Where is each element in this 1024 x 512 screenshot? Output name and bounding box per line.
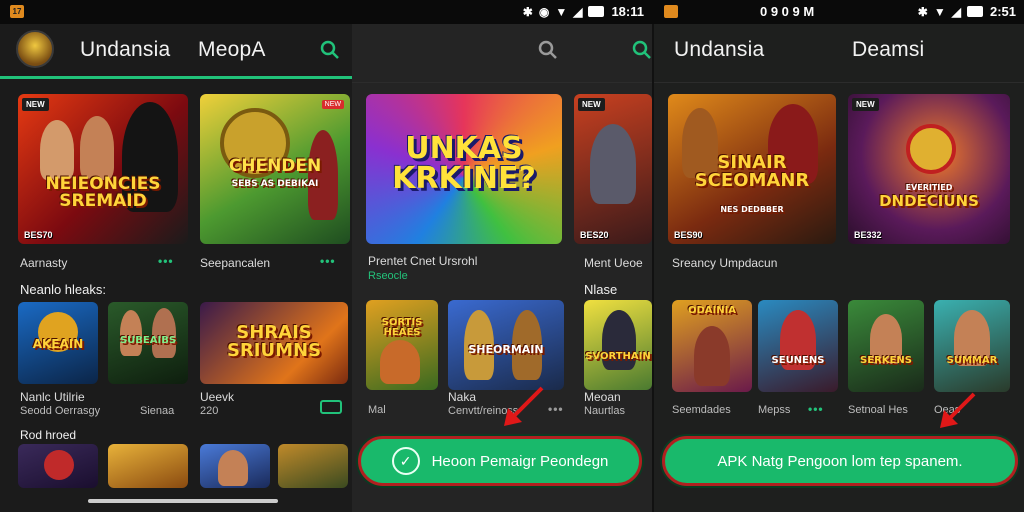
status-right-cluster-2: ✱ ▼ ◢ 2:51: [918, 4, 1016, 19]
status-left-text: 0 9 0 9 M: [760, 4, 815, 19]
game-card[interactable]: ODAINIA: [672, 300, 752, 392]
game-card[interactable]: AKEAIN: [18, 302, 98, 384]
search-icon[interactable]: [538, 40, 558, 60]
card-title: Mepss: [758, 404, 791, 416]
card-title: Setnoal Hes: [848, 404, 908, 416]
game-card[interactable]: NEW BES20: [574, 94, 652, 244]
card-title: Ueevk: [200, 390, 235, 404]
gesture-bar[interactable]: [88, 499, 278, 503]
app-logo[interactable]: [16, 30, 54, 68]
status-bar-left: 17 ✱ ◉ ▼ ◢ 18:11: [0, 0, 652, 24]
status-bar-right: 0 9 0 9 M ✱ ▼ ◢ 2:51: [652, 0, 1024, 24]
status-right-cluster: ✱ ◉ ▼ ◢ 18:11: [523, 4, 644, 19]
panel-left: Undansia MeopA NEW NEIEONCIES SREMAID BE…: [0, 24, 352, 512]
app-badge-icon: [664, 5, 678, 18]
battery-icon: [588, 6, 605, 17]
game-card[interactable]: [278, 444, 348, 488]
card-title: Aarnasty: [20, 256, 68, 270]
card-subtitle: Rseocle: [368, 270, 408, 282]
card-title: Ment Ueoe: [584, 256, 643, 270]
game-card[interactable]: [18, 444, 98, 488]
tag-icon: ✓: [391, 447, 420, 475]
card-title: Seemdades: [672, 404, 731, 416]
card-title: Nanlc Utilrie: [20, 390, 85, 404]
search-icon[interactable]: [320, 40, 340, 60]
bluetooth-icon: ✱: [917, 4, 928, 19]
pointer-arrow-icon: [940, 392, 976, 428]
game-card[interactable]: NEW CHENDEN SEBS AS DEBIKAI: [200, 94, 350, 244]
search-icon[interactable]: [632, 40, 652, 60]
pointer-arrow-icon: [504, 386, 544, 426]
app-title: Undansia: [674, 38, 765, 61]
game-card[interactable]: NEW NEIEONCIES SREMAID BES70: [18, 94, 188, 244]
tab-underline: [0, 76, 352, 79]
signal-icon: ◢: [573, 4, 583, 19]
card-title: Sreancy Umpdacun: [672, 256, 778, 270]
game-card[interactable]: SINAIR SCEOMANR NES DEDBBER BES90: [668, 94, 836, 244]
notification-badge: 17: [10, 5, 24, 18]
more-dots-icon[interactable]: •••: [320, 254, 336, 268]
section-heading: Nlase: [584, 282, 618, 297]
panel-middle: UNKAS KRKINE? NEW BES20 Prentet Cnet Urs…: [352, 24, 652, 512]
app-title: Undansia: [80, 38, 171, 61]
wifi-icon: ▼: [933, 4, 946, 19]
card-title: Mal: [368, 404, 386, 416]
more-dots-icon[interactable]: •••: [158, 254, 174, 268]
game-card[interactable]: UNKAS KRKINE?: [366, 94, 562, 244]
panel-right: Undansia Deamsi SINAIR SCEOMANR NES DEDB…: [652, 24, 1024, 512]
status-icons: ✱ ◉ ▼ ◢: [523, 5, 605, 19]
game-card[interactable]: NEW EVERITIED DNDECIUNS BE332: [848, 94, 1010, 244]
game-card[interactable]: SHRAIS SRIUMNS: [200, 302, 348, 384]
cta-button[interactable]: APK Natg Pengoon lom tep spanem.: [662, 436, 1018, 486]
more-dots-icon[interactable]: •••: [808, 402, 824, 416]
card-subtitle: 220: [200, 405, 219, 417]
tab-active[interactable]: MeopA: [198, 38, 266, 62]
game-card[interactable]: SUBEAIBS: [108, 302, 188, 384]
section-heading: Neanlo hleaks:: [20, 282, 106, 297]
wifi-icon: ▼: [555, 4, 568, 19]
card-title: Prentet Cnet Ursrohl: [368, 254, 478, 268]
download-icon[interactable]: [320, 400, 342, 414]
game-card[interactable]: SHEORMAIN: [448, 300, 564, 390]
game-card[interactable]: SVORTHAIN: [584, 300, 652, 390]
tab-active[interactable]: Deamsi: [852, 38, 924, 62]
bluetooth-icon: ✱: [522, 4, 533, 19]
status-time: 2:51: [989, 4, 1016, 19]
status-time: 18:11: [611, 4, 644, 19]
card-title: Naka: [448, 390, 477, 404]
game-card[interactable]: SUMMAR: [934, 300, 1010, 392]
card-subtitle: Seodd Oerrasgy: [20, 405, 101, 417]
game-card[interactable]: SORTIS HEAES: [366, 300, 438, 390]
game-card[interactable]: SERKENS: [848, 300, 924, 392]
game-card[interactable]: SEUNENS: [758, 300, 838, 392]
battery-icon: [966, 6, 983, 17]
cta-button[interactable]: ✓ Heoon Pemaigr Peondegn: [358, 436, 642, 486]
game-card[interactable]: [200, 444, 270, 488]
more-dots-icon[interactable]: •••: [548, 402, 564, 416]
section-heading: Rod hroed: [20, 428, 77, 442]
game-card[interactable]: [108, 444, 188, 488]
signal-icon: ◢: [951, 4, 961, 19]
card-title: Seepancalen: [200, 256, 271, 270]
card-title: Meoan: [584, 390, 621, 404]
vpn-icon: ◉: [538, 4, 550, 19]
card-title: Sienaa: [140, 405, 175, 417]
card-subtitle: Naurtlas: [584, 405, 625, 417]
